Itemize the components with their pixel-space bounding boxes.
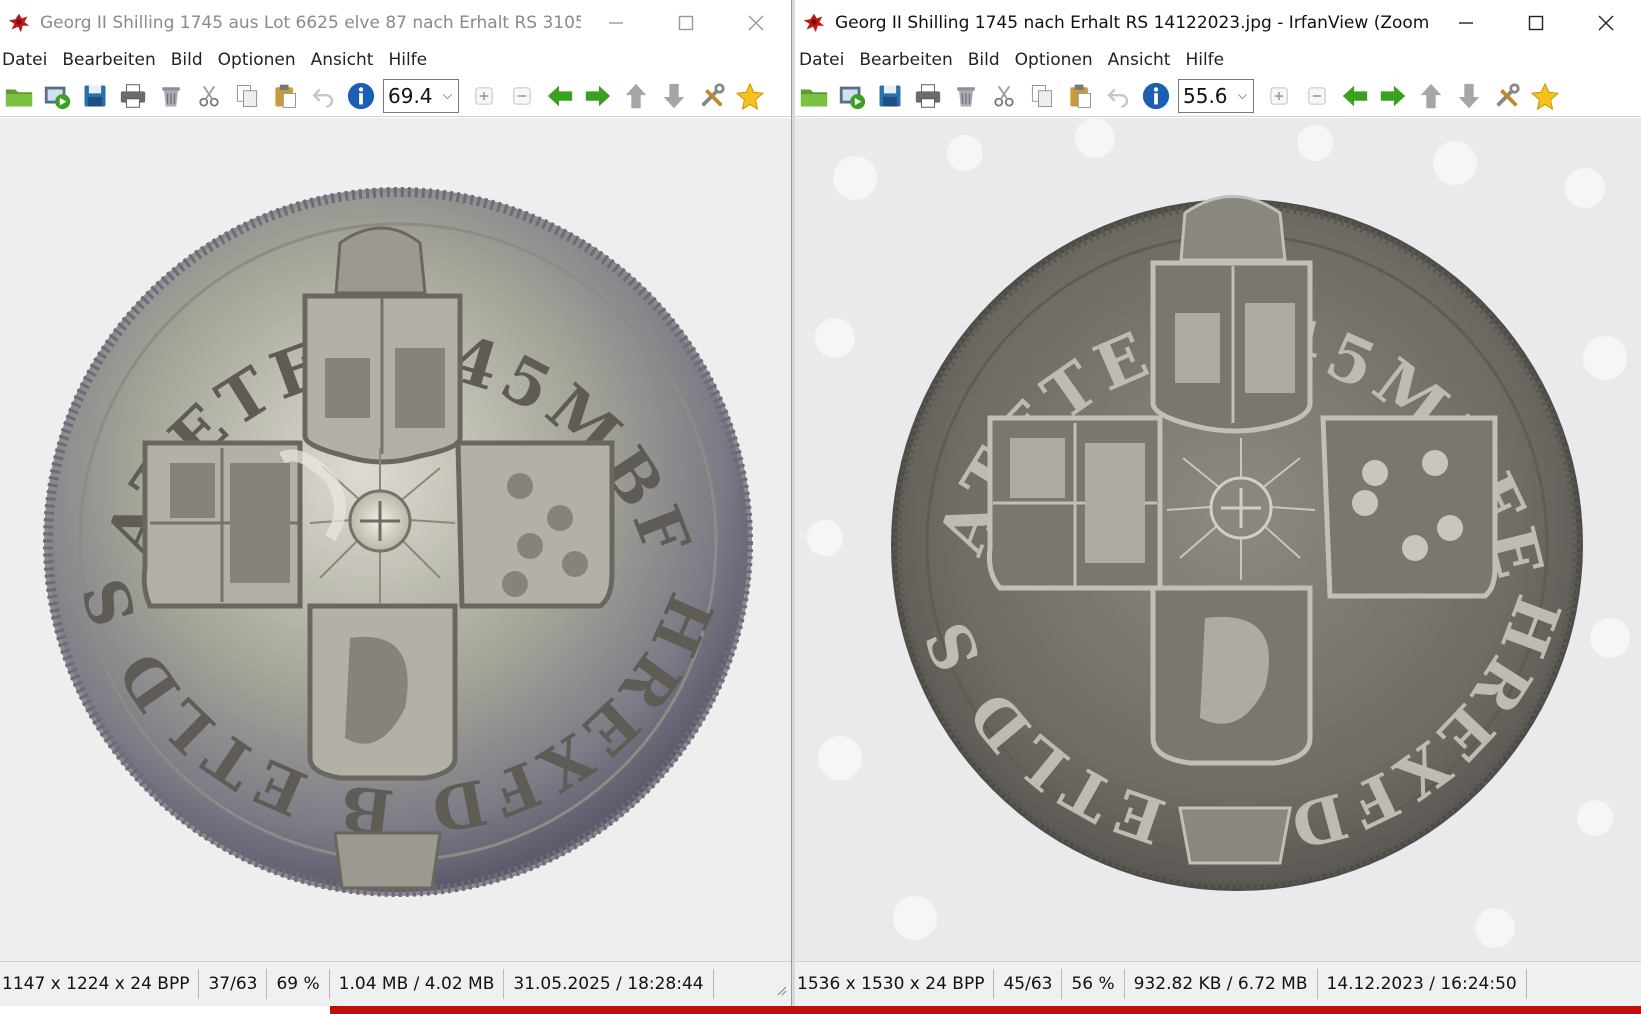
minimize-icon	[606, 13, 626, 33]
status-zoom: 69 %	[267, 969, 330, 999]
left-menubar: Datei Bearbeiten Bild Optionen Ansicht H…	[0, 45, 791, 75]
undo-icon[interactable]	[1099, 77, 1137, 115]
previous-icon[interactable]	[1336, 77, 1374, 115]
minimize-button[interactable]	[581, 0, 651, 45]
irfanview-cat-icon[interactable]	[801, 10, 827, 36]
left-statusbar: 1147 x 1224 x 24 BPP 37/63 69 % 1.04 MB …	[0, 961, 791, 1006]
maximize-button[interactable]	[1501, 0, 1571, 45]
zoom-out-icon[interactable]	[1298, 77, 1336, 115]
cut-icon[interactable]	[190, 77, 228, 115]
minimize-button[interactable]	[1431, 0, 1501, 45]
menu-ansicht[interactable]: Ansicht	[1106, 45, 1178, 75]
status-dimensions: 1536 x 1530 x 24 BPP	[795, 969, 995, 999]
left-image-window: Georg II Shilling 1745 aus Lot 6625 elve…	[0, 0, 791, 1006]
maximize-icon	[676, 13, 696, 33]
menu-optionen[interactable]: Optionen	[1013, 45, 1100, 75]
resize-grip-icon[interactable]	[775, 984, 787, 996]
left-window-title: Georg II Shilling 1745 aus Lot 6625 elve…	[40, 12, 581, 33]
copy-icon[interactable]	[228, 77, 266, 115]
chevron-down-icon[interactable]: ⌵	[443, 88, 452, 103]
chevron-down-icon[interactable]: ⌵	[1238, 88, 1247, 103]
paste-icon[interactable]	[1061, 77, 1099, 115]
slideshow-icon[interactable]	[833, 77, 871, 115]
slideshow-icon[interactable]	[38, 77, 76, 115]
menu-optionen[interactable]: Optionen	[216, 45, 303, 75]
status-index: 45/63	[994, 969, 1063, 999]
menu-bearbeiten[interactable]: Bearbeiten	[857, 45, 959, 75]
first-icon[interactable]	[617, 77, 655, 115]
favorite-icon[interactable]	[1526, 77, 1564, 115]
last-icon[interactable]	[1450, 77, 1488, 115]
undo-icon[interactable]	[304, 77, 342, 115]
menu-ansicht[interactable]: Ansicht	[309, 45, 381, 75]
right-toolbar: 55.6 ⌵	[795, 75, 1641, 117]
status-datetime: 31.05.2025 / 18:28:44	[504, 969, 714, 999]
status-datetime: 14.12.2023 / 16:24:50	[1318, 969, 1527, 999]
coin-image-left: ATETEJ7 45MBFET HREXFD B ETLD S R L	[0, 118, 753, 897]
minimize-icon	[1456, 13, 1476, 33]
close-icon	[1596, 13, 1616, 33]
open-folder-icon[interactable]	[0, 77, 38, 115]
right-statusbar: 1536 x 1530 x 24 BPP 45/63 56 % 932.82 K…	[795, 961, 1641, 1006]
last-icon[interactable]	[655, 77, 693, 115]
zoom-combobox[interactable]: 69.4 ⌵	[383, 78, 459, 113]
taskbar-accent-strip	[330, 1006, 1641, 1014]
zoom-out-icon[interactable]	[503, 77, 541, 115]
settings-icon[interactable]	[1488, 77, 1526, 115]
next-icon[interactable]	[579, 77, 617, 115]
zoom-combobox[interactable]: 55.6 ⌵	[1178, 78, 1254, 113]
print-icon[interactable]	[909, 77, 947, 115]
info-icon[interactable]	[1137, 77, 1175, 115]
zoom-value: 69.4	[388, 83, 433, 108]
menu-bild[interactable]: Bild	[169, 45, 210, 75]
paste-icon[interactable]	[266, 77, 304, 115]
close-button[interactable]	[721, 0, 791, 45]
save-icon[interactable]	[76, 77, 114, 115]
coin-image-right: ATETEJ7 45MBFET HREXFD B ETLD S R L	[795, 118, 1630, 948]
zoom-in-icon[interactable]	[1260, 77, 1298, 115]
next-icon[interactable]	[1374, 77, 1412, 115]
print-icon[interactable]	[114, 77, 152, 115]
cut-icon[interactable]	[985, 77, 1023, 115]
open-folder-icon[interactable]	[795, 77, 833, 115]
close-icon	[746, 13, 766, 33]
first-icon[interactable]	[1412, 77, 1450, 115]
status-filesize: 1.04 MB / 4.02 MB	[330, 969, 505, 999]
status-dimensions: 1147 x 1224 x 24 BPP	[0, 969, 200, 999]
right-window-title: Georg II Shilling 1745 nach Erhalt RS 14…	[835, 12, 1431, 33]
maximize-button[interactable]	[651, 0, 721, 45]
status-filesize: 932.82 KB / 6.72 MB	[1125, 969, 1318, 999]
save-icon[interactable]	[871, 77, 909, 115]
status-zoom: 56 %	[1062, 969, 1125, 999]
zoom-value: 55.6	[1183, 83, 1228, 108]
menu-bild[interactable]: Bild	[966, 45, 1007, 75]
copy-icon[interactable]	[1023, 77, 1061, 115]
menu-bearbeiten[interactable]: Bearbeiten	[60, 45, 162, 75]
delete-icon[interactable]	[947, 77, 985, 115]
settings-icon[interactable]	[693, 77, 731, 115]
status-index: 37/63	[199, 969, 268, 999]
menu-datei[interactable]: Datei	[0, 45, 54, 75]
menu-hilfe[interactable]: Hilfe	[1183, 45, 1231, 75]
left-titlebar[interactable]: Georg II Shilling 1745 aus Lot 6625 elve…	[0, 0, 791, 45]
info-icon[interactable]	[342, 77, 380, 115]
close-button[interactable]	[1571, 0, 1641, 45]
menu-datei[interactable]: Datei	[795, 45, 851, 75]
irfanview-cat-icon[interactable]	[6, 10, 32, 36]
right-menubar: Datei Bearbeiten Bild Optionen Ansicht H…	[795, 45, 1641, 75]
zoom-in-icon[interactable]	[465, 77, 503, 115]
left-toolbar: 69.4 ⌵	[0, 75, 791, 117]
previous-icon[interactable]	[541, 77, 579, 115]
left-image-viewport[interactable]: ATETEJ7 45MBFET HREXFD B ETLD S R L	[0, 118, 791, 961]
maximize-icon	[1526, 13, 1546, 33]
delete-icon[interactable]	[152, 77, 190, 115]
right-titlebar[interactable]: Georg II Shilling 1745 nach Erhalt RS 14…	[795, 0, 1641, 45]
right-image-viewport[interactable]: ATETEJ7 45MBFET HREXFD B ETLD S R L	[795, 118, 1641, 961]
menu-hilfe[interactable]: Hilfe	[386, 45, 434, 75]
favorite-icon[interactable]	[731, 77, 769, 115]
right-image-window: Georg II Shilling 1745 nach Erhalt RS 14…	[795, 0, 1641, 1006]
